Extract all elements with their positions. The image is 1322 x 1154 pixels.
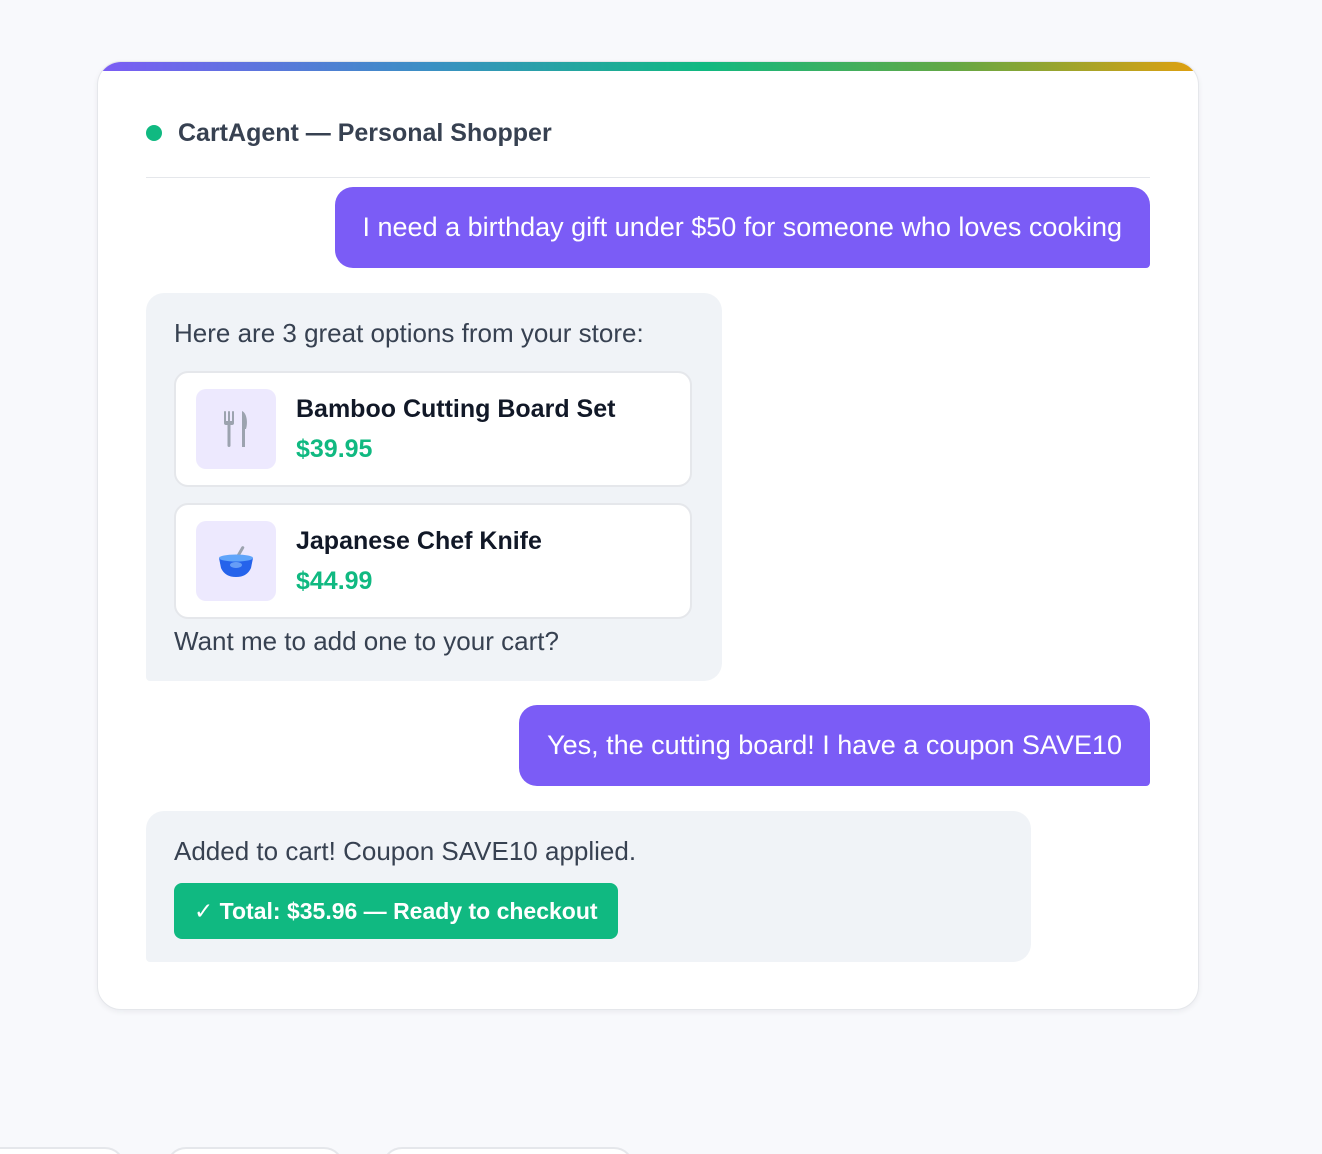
bottom-chip[interactable] — [382, 1147, 634, 1154]
accent-gradient-bar — [98, 62, 1198, 71]
agent-title: CartAgent — Personal Shopper — [178, 119, 552, 147]
agent-message-intro: Here are 3 great options from your store… — [174, 318, 644, 348]
product-name: Bamboo Cutting Board Set — [296, 395, 616, 423]
product-price: $39.95 — [296, 435, 373, 463]
agent-message: Here are 3 great options from your store… — [146, 293, 722, 681]
checkout-total-badge[interactable]: ✓ Total: $35.96 — Ready to checkout — [174, 883, 618, 939]
chat-window: CartAgent — Personal Shopper I need a bi… — [97, 61, 1199, 1010]
product-card[interactable]: Bamboo Cutting Board Set $39.95 — [174, 371, 692, 487]
product-thumbnail — [196, 521, 276, 601]
product-card[interactable]: Japanese Chef Knife $44.99 — [174, 503, 692, 619]
online-status-dot — [146, 125, 162, 141]
bottom-chip[interactable] — [0, 1147, 125, 1154]
product-info: Bamboo Cutting Board Set $39.95 — [296, 392, 615, 466]
agent-message: Added to cart! Coupon SAVE10 applied. ✓ … — [146, 811, 1031, 962]
product-price: $44.99 — [296, 567, 373, 595]
user-message: I need a birthday gift under $50 for som… — [334, 187, 1150, 268]
product-info: Japanese Chef Knife $44.99 — [296, 524, 542, 598]
fork-and-knife-icon — [224, 411, 247, 447]
product-name: Japanese Chef Knife — [296, 527, 542, 555]
agent-message-text: Added to cart! Coupon SAVE10 applied. — [174, 836, 637, 866]
chat-header: CartAgent — Personal Shopper — [146, 114, 1150, 178]
bottom-chip[interactable] — [166, 1147, 344, 1154]
agent-message-outro: Want me to add one to your cart? — [174, 626, 559, 656]
user-message: Yes, the cutting board! I have a coupon … — [519, 705, 1150, 786]
product-thumbnail — [196, 389, 276, 469]
mixing-bowl-icon — [219, 546, 253, 577]
